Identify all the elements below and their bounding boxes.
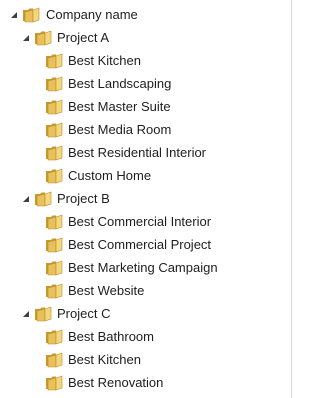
folder-icon (45, 237, 63, 253)
folder-icon (45, 145, 63, 161)
tree-node-label: Best Kitchen (68, 352, 141, 367)
tree-node-label: Project C (57, 306, 111, 321)
expanded-arrow-icon[interactable] (21, 194, 31, 204)
tree-node-label: Best Media Room (68, 122, 172, 137)
folder-icon (45, 352, 63, 368)
tree-leaf[interactable]: Best Master Suite (0, 97, 260, 117)
tree-node-label: Best Marketing Campaign (68, 260, 218, 275)
tree-node-label: Best Bathroom (68, 329, 154, 344)
tree-node-project-a[interactable]: Project A (0, 28, 200, 48)
folder-icon (45, 375, 63, 391)
folder-icon (22, 7, 40, 23)
folder-icon (34, 306, 52, 322)
tree-leaf[interactable]: Custom Home (0, 166, 260, 186)
tree-leaf[interactable]: Best Kitchen (0, 51, 260, 71)
tree-node-company-name[interactable]: Company name (0, 5, 200, 25)
tree-leaf[interactable]: Best Media Room (0, 120, 260, 140)
tree-node-label: Best Renovation (68, 375, 164, 390)
tree-node-project-c[interactable]: Project C (0, 304, 200, 324)
folder-icon (45, 168, 63, 184)
folder-icon (45, 329, 63, 345)
expanded-arrow-icon[interactable] (9, 10, 19, 20)
tree-node-label: Best Website (68, 283, 145, 298)
tree-node-label: Project B (57, 191, 110, 206)
folder-icon (45, 76, 63, 92)
tree-leaf[interactable]: Best Commercial Project (0, 235, 260, 255)
tree-leaf[interactable]: Best Renovation (0, 373, 260, 393)
tree-node-label: Best Master Suite (68, 99, 171, 114)
tree-leaf[interactable]: Best Commercial Interior (0, 212, 260, 232)
tree-node-label: Custom Home (68, 168, 152, 183)
tree-node-label: Best Commercial Project (68, 237, 212, 252)
tree-leaf[interactable]: Best Kitchen (0, 350, 260, 370)
folder-icon (34, 191, 52, 207)
folder-icon (45, 214, 63, 230)
tree-node-label: Company name (46, 7, 138, 22)
folder-icon (45, 53, 63, 69)
tree-node-project-b[interactable]: Project B (0, 189, 200, 209)
tree-leaf[interactable]: Best Residential Interior (0, 143, 260, 163)
folder-icon (45, 122, 63, 138)
folder-icon (45, 283, 63, 299)
tree-leaf[interactable]: Best Bathroom (0, 327, 260, 347)
tree-leaf[interactable]: Best Landscaping (0, 74, 260, 94)
tree-node-label: Best Kitchen (68, 53, 141, 68)
tree-node-label: Best Commercial Interior (68, 214, 212, 229)
folder-tree: Company name Project A Best Kitchen Best… (0, 0, 292, 398)
folder-icon (45, 99, 63, 115)
tree-leaf[interactable]: Best Marketing Campaign (0, 258, 260, 278)
tree-node-label: Best Residential Interior (68, 145, 207, 160)
tree-node-label: Best Landscaping (68, 76, 172, 91)
folder-icon (34, 30, 52, 46)
tree-leaf[interactable]: Best Website (0, 281, 260, 301)
expanded-arrow-icon[interactable] (21, 33, 31, 43)
expanded-arrow-icon[interactable] (21, 309, 31, 319)
folder-icon (45, 260, 63, 276)
tree-node-label: Project A (57, 30, 110, 45)
